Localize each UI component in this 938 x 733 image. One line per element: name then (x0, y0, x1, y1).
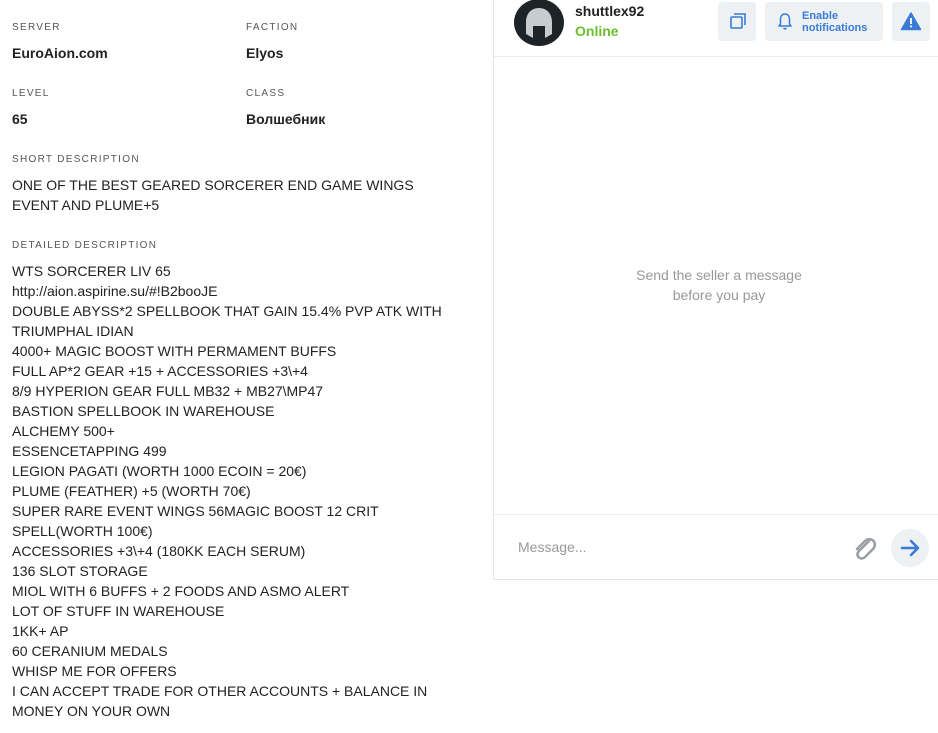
chat-panel: shuttlex92 Online Enable notifications S… (493, 0, 938, 580)
helmet-icon (526, 8, 552, 38)
description-line: LOT OF STUFF IN WAREHOUSE (12, 603, 225, 619)
chat-empty-line1: Send the seller a message (636, 267, 802, 283)
seller-username[interactable]: shuttlex92 (575, 3, 644, 19)
avatar[interactable] (514, 0, 564, 46)
description-line: MONEY ON YOUR OWN (12, 703, 171, 719)
description-line: FULL AP*2 GEAR +15 + ACCESSORIES +3\+4 (12, 363, 308, 379)
faction-label: FACTION (246, 22, 299, 33)
bell-icon (778, 13, 792, 30)
class-field: CLASS Волшебник (246, 88, 325, 128)
send-button[interactable] (891, 529, 929, 567)
level-field: LEVEL 65 (12, 88, 50, 128)
copy-button[interactable] (718, 2, 756, 41)
detailed-description: DETAILED DESCRIPTION WTS SORCERER LIV 65… (12, 240, 482, 721)
paperclip-icon (855, 537, 877, 560)
description-line: PLUME (FEATHER) +5 (WORTH 70€) (12, 483, 251, 499)
short-description: SHORT DESCRIPTION ONE OF THE BEST GEARED… (12, 154, 472, 215)
description-line: DOUBLE ABYSS*2 SPELLBOOK THAT GAIN 15.4%… (12, 303, 442, 319)
short-description-label: SHORT DESCRIPTION (12, 154, 140, 165)
level-label: LEVEL (12, 88, 50, 99)
description-line: SPELL(WORTH 100€) (12, 523, 153, 539)
chat-header: shuttlex92 Online Enable notifications (494, 0, 938, 57)
chat-empty-line2: before you pay (672, 287, 766, 303)
description-line: 136 SLOT STORAGE (12, 563, 148, 579)
description-line: I CAN ACCEPT TRADE FOR OTHER ACCOUNTS + … (12, 683, 428, 699)
notify-label-line1: Enable (802, 10, 839, 22)
faction-field: FACTION Elyos (246, 22, 298, 62)
seller-status: Online (575, 23, 619, 39)
enable-notifications-label: Enable notifications (802, 10, 867, 34)
description-line: TRIUMPHAL IDIAN (12, 323, 134, 339)
description-line: ALCHEMY 500+ (12, 423, 115, 439)
server-label: SERVER (12, 22, 61, 33)
server-value: EuroAion.com (12, 45, 108, 61)
detailed-description-label: DETAILED DESCRIPTION (12, 240, 158, 251)
notify-label-line2: notifications (802, 22, 868, 34)
class-label: CLASS (246, 88, 286, 99)
chat-input-bar (494, 514, 938, 580)
enable-notifications-button[interactable]: Enable notifications (765, 2, 883, 41)
class-value: Волшебник (246, 111, 326, 127)
description-line: SUPER RARE EVENT WINGS 56MAGIC BOOST 12 … (12, 503, 379, 519)
server-field: SERVER EuroAion.com (12, 22, 108, 62)
warning-icon (900, 12, 922, 31)
short-description-line: EVENT AND PLUME+5 (12, 197, 160, 213)
detailed-description-text: WTS SORCERER LIV 65 http://aion.aspirine… (12, 261, 482, 721)
short-description-text: ONE OF THE BEST GEARED SORCERER END GAME… (12, 175, 472, 215)
description-line: MIOL WITH 6 BUFFS + 2 FOODS AND ASMO ALE… (12, 583, 350, 599)
chat-empty-message: Send the seller a message before you pay (494, 265, 938, 305)
faction-value: Elyos (246, 45, 284, 61)
description-line: WTS SORCERER LIV 65 (12, 263, 171, 279)
description-line: 1KK+ AP (12, 623, 69, 639)
description-line: 60 CERANIUM MEDALS (12, 643, 168, 659)
report-button[interactable] (892, 2, 930, 41)
short-description-line: ONE OF THE BEST GEARED SORCERER END GAME… (12, 177, 414, 193)
description-line: ESSENCETAPPING 499 (12, 443, 167, 459)
description-link[interactable]: http://aion.aspirine.su/#!B2booJE (12, 281, 482, 301)
description-line: ACCESSORIES +3\+4 (180KK EACH SERUM) (12, 543, 306, 559)
level-value: 65 (12, 111, 28, 127)
description-line: 8/9 HYPERION GEAR FULL MB32 + MB27\MP47 (12, 383, 324, 399)
attach-button[interactable] (849, 532, 879, 562)
description-line: 4000+ MAGIC BOOST WITH PERMAMENT BUFFS (12, 343, 337, 359)
copy-icon (730, 13, 746, 29)
description-line: BASTION SPELLBOOK IN WAREHOUSE (12, 403, 275, 419)
message-input[interactable] (518, 539, 828, 555)
description-line: LEGION PAGATI (WORTH 1000 ECOIN = 20€) (12, 463, 307, 479)
arrow-right-icon (900, 539, 920, 557)
description-line: WHISP ME FOR OFFERS (12, 663, 177, 679)
